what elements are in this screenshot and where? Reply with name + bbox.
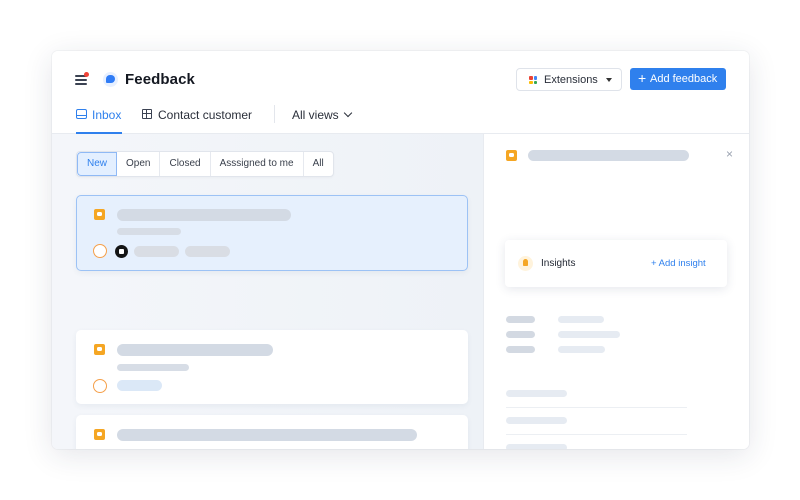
inbox-icon	[76, 109, 87, 119]
feedback-card[interactable]	[76, 195, 468, 271]
notification-dot	[84, 72, 89, 77]
chevron-down-icon	[343, 108, 352, 118]
placeholder-list-item	[506, 417, 567, 424]
placeholder-field-label	[506, 331, 535, 338]
close-icon[interactable]: ×	[726, 147, 733, 161]
tab-contact-customer-label: Contact customer	[158, 108, 253, 122]
placeholder-field-label	[506, 316, 535, 323]
feedback-source-icon	[506, 150, 517, 161]
all-views-label: All views	[292, 108, 339, 122]
placeholder-tag	[117, 380, 162, 391]
filter-new[interactable]: New	[77, 152, 118, 176]
placeholder-tag	[134, 246, 179, 257]
plus-icon: +	[638, 70, 647, 86]
placeholder-tag	[185, 246, 230, 257]
feedback-source-icon	[94, 209, 105, 220]
divider	[506, 407, 687, 408]
placeholder-subtitle	[117, 228, 181, 235]
table-icon	[142, 109, 152, 119]
integration-icon	[115, 245, 128, 258]
chat-bubble-icon	[103, 72, 118, 87]
placeholder-field-label	[506, 346, 535, 353]
tab-contact-customer[interactable]: Contact customer	[142, 107, 262, 134]
caret-down-icon	[606, 78, 612, 82]
tab-divider	[274, 105, 275, 123]
filter-all[interactable]: All	[304, 152, 333, 176]
placeholder-field-value	[558, 316, 604, 323]
placeholder-list-item	[506, 444, 567, 449]
status-circle-icon[interactable]	[93, 379, 107, 393]
tab-inbox-label: Inbox	[92, 108, 122, 122]
insights-card: Insights + Add insight	[505, 240, 727, 287]
placeholder-detail-title	[528, 150, 689, 161]
placeholder-title	[117, 344, 273, 356]
placeholder-title	[117, 429, 417, 441]
tab-inbox[interactable]: Inbox	[76, 107, 122, 134]
status-filter-bar: New Open Closed Asssigned to me All	[76, 151, 334, 177]
menu-icon[interactable]	[75, 72, 89, 85]
app-header: Feedback Extensions + Add feedback Inbox…	[52, 51, 749, 134]
add-feedback-label: Add feedback	[650, 73, 718, 85]
feedback-card[interactable]	[76, 415, 468, 449]
lightbulb-icon	[518, 256, 533, 271]
feedback-app-window: Feedback Extensions + Add feedback Inbox…	[52, 51, 749, 449]
feedback-source-icon	[94, 344, 105, 355]
all-views-dropdown[interactable]: All views	[292, 108, 352, 122]
feedback-source-icon	[94, 429, 105, 440]
extensions-button[interactable]: Extensions	[516, 68, 622, 91]
filter-assigned-to-me[interactable]: Asssigned to me	[211, 152, 304, 176]
insights-label: Insights	[541, 258, 576, 269]
status-circle-icon[interactable]	[93, 244, 107, 258]
extensions-grid-icon	[529, 76, 537, 84]
feedback-list-pane: New Open Closed Asssigned to me All	[52, 134, 483, 449]
divider	[506, 434, 687, 435]
page-title: Feedback	[125, 71, 195, 88]
filter-open[interactable]: Open	[117, 152, 161, 176]
add-insight-link[interactable]: + Add insight	[651, 258, 706, 269]
feedback-card[interactable]	[76, 330, 468, 404]
extensions-label: Extensions	[544, 74, 598, 86]
placeholder-list-item	[506, 390, 567, 397]
placeholder-field-value	[558, 346, 605, 353]
add-feedback-button[interactable]: + Add feedback	[630, 68, 726, 90]
filter-closed[interactable]: Closed	[160, 152, 211, 176]
placeholder-field-value	[558, 331, 620, 338]
feedback-detail-pane: × Insights + Add insight	[483, 134, 749, 449]
placeholder-title	[117, 209, 291, 221]
placeholder-subtitle	[117, 364, 189, 371]
